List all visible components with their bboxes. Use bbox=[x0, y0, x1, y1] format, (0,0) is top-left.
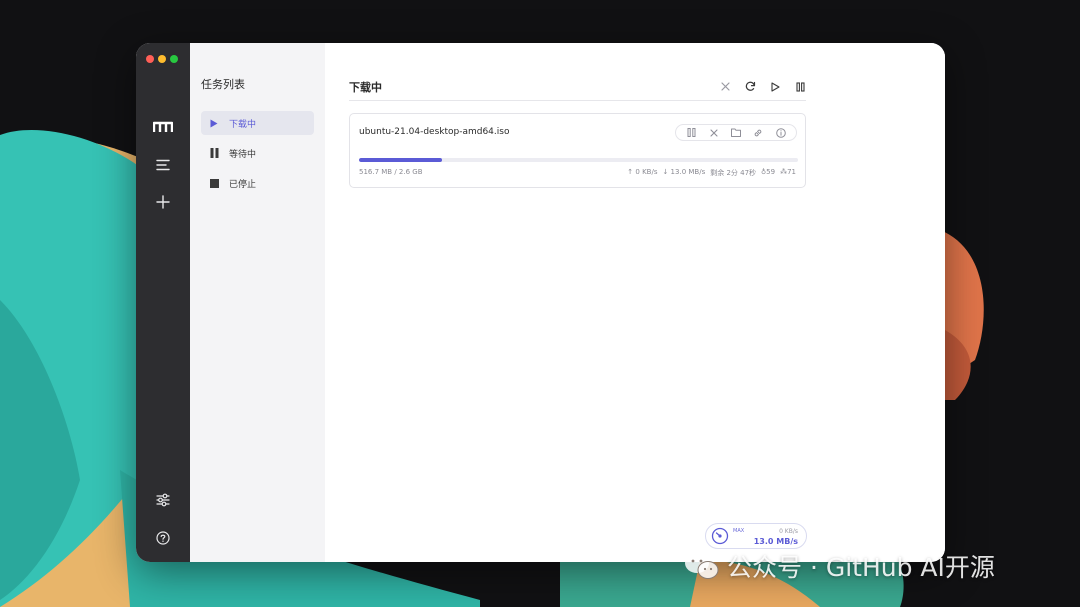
pause-icon bbox=[795, 81, 805, 92]
motrix-logo-icon bbox=[136, 115, 190, 139]
window-controls bbox=[146, 55, 178, 63]
wechat-icon bbox=[685, 553, 719, 579]
pause-icon bbox=[209, 148, 219, 158]
help-button[interactable] bbox=[136, 524, 190, 552]
zoom-window-button[interactable] bbox=[170, 55, 178, 63]
speed-limit-label: MAX bbox=[733, 528, 745, 534]
speedometer-icon bbox=[711, 527, 729, 545]
close-icon bbox=[720, 82, 730, 91]
delete-icon bbox=[710, 128, 718, 137]
settings-sliders-icon bbox=[156, 493, 170, 507]
add-task-button[interactable] bbox=[136, 188, 190, 216]
widget-upload-speed: 0 KB/s bbox=[779, 528, 798, 535]
task-nav: 下载中 等待中 已停止 bbox=[190, 111, 325, 195]
app-window: 任务列表 下载中 等待中 已停止 下载中 ubuntu-21.04-deskto… bbox=[136, 43, 945, 562]
play-icon bbox=[770, 81, 780, 92]
copy-link-button[interactable] bbox=[753, 127, 764, 138]
task-actions bbox=[675, 124, 797, 141]
nav-item-label: 等待中 bbox=[229, 149, 257, 160]
task-info-button[interactable] bbox=[775, 127, 786, 138]
stop-icon bbox=[209, 178, 219, 188]
menu-icon[interactable] bbox=[136, 151, 190, 179]
nav-item-label: 下载中 bbox=[229, 119, 257, 130]
delete-task-button[interactable] bbox=[708, 127, 719, 138]
task-sidebar: 任务列表 下载中 等待中 已停止 bbox=[190, 43, 325, 562]
task-card[interactable]: ubuntu-21.04-desktop-amd64.iso 516.7 MB … bbox=[349, 113, 806, 188]
speedometer-widget[interactable]: MAX 0 KB/s 13.0 MB/s bbox=[705, 523, 807, 549]
peers-count: ⁂71 bbox=[780, 168, 796, 176]
watermark-text: 公众号 · GitHub AI开源 bbox=[727, 553, 995, 582]
progress-bar bbox=[359, 158, 798, 162]
refresh-button[interactable] bbox=[744, 81, 756, 93]
nav-item-active[interactable]: 下载中 bbox=[201, 111, 314, 135]
header-actions bbox=[719, 81, 806, 93]
plus-icon bbox=[156, 195, 170, 209]
nav-item-stopped[interactable]: 已停止 bbox=[201, 171, 314, 195]
folder-icon bbox=[730, 128, 741, 137]
open-folder-button[interactable] bbox=[730, 127, 741, 138]
progress-fill bbox=[359, 158, 443, 162]
pause-all-button[interactable] bbox=[794, 81, 806, 93]
delete-all-button[interactable] bbox=[719, 81, 731, 93]
task-size: 516.7 MB / 2.6 GB bbox=[359, 168, 423, 176]
help-icon bbox=[156, 531, 170, 545]
download-speed: ↓ 13.0 MB/s bbox=[662, 168, 706, 176]
pause-icon bbox=[687, 128, 696, 137]
main-panel: 下载中 ubuntu-21.04-desktop-amd64.iso 516.7… bbox=[325, 43, 945, 562]
main-header: 下载中 bbox=[349, 73, 806, 101]
task-filename: ubuntu-21.04-desktop-amd64.iso bbox=[359, 127, 510, 137]
nav-item-label: 已停止 bbox=[229, 179, 257, 190]
sidebar-title: 任务列表 bbox=[201, 78, 245, 91]
info-icon bbox=[775, 127, 786, 138]
time-remaining: 剩余 2分 47秒 bbox=[710, 169, 757, 177]
minimize-window-button[interactable] bbox=[158, 55, 166, 63]
pause-task-button[interactable] bbox=[686, 127, 697, 138]
play-icon bbox=[209, 118, 219, 128]
nav-item-waiting[interactable]: 等待中 bbox=[201, 141, 314, 165]
preferences-button[interactable] bbox=[136, 486, 190, 514]
seeders-count: ♁59 bbox=[761, 168, 776, 176]
refresh-icon bbox=[745, 81, 755, 91]
upload-speed: ↑ 0 KB/s bbox=[627, 168, 658, 176]
link-icon bbox=[755, 129, 762, 136]
nav-rail bbox=[136, 43, 190, 562]
resume-all-button[interactable] bbox=[769, 81, 781, 93]
task-stats: ↑ 0 KB/s ↓ 13.0 MB/s 剩余 2分 47秒 ♁59 ⁂71 bbox=[627, 168, 796, 178]
page-title: 下载中 bbox=[349, 80, 382, 94]
watermark: 公众号 · GitHub AI开源 bbox=[683, 548, 995, 584]
widget-download-speed: 13.0 MB/s bbox=[753, 537, 798, 546]
close-window-button[interactable] bbox=[146, 55, 154, 63]
